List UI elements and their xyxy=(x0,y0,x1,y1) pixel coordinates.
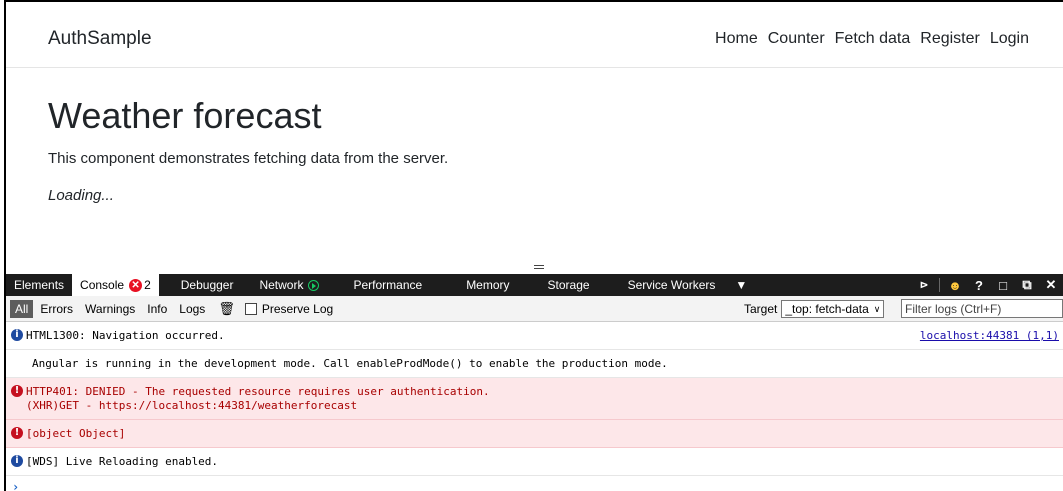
tab-service-workers-label: Service Workers xyxy=(627,278,716,292)
tab-network-label: Network xyxy=(259,278,304,292)
filter-logs-input[interactable] xyxy=(901,299,1063,318)
filter-info-button[interactable]: Info xyxy=(142,300,172,318)
tab-elements-label: Elements xyxy=(14,278,65,292)
dock-side-icon[interactable]: □ xyxy=(991,274,1015,296)
app-brand-link[interactable]: AuthSample xyxy=(48,28,152,50)
app-navbar: AuthSample Home Counter Fetch data Regis… xyxy=(6,2,1063,68)
page-title: Weather forecast xyxy=(48,95,322,136)
chevron-down-icon: ▼ xyxy=(735,278,748,292)
console-input-prompt[interactable]: › xyxy=(6,476,1063,491)
message-detail-text: (XHR)GET - https://localhost:44381/weath… xyxy=(26,399,358,412)
tab-storage[interactable]: Storage xyxy=(540,274,598,296)
browser-frame: AuthSample Home Counter Fetch data Regis… xyxy=(4,0,1063,491)
tab-console[interactable]: Console ✕ 2 xyxy=(72,274,159,296)
devtools-window-controls: ⊳ ☻ ? □ ⧉ ✕ xyxy=(912,274,1063,296)
devtools-splitter[interactable] xyxy=(6,260,1063,274)
nav-login-link[interactable]: Login xyxy=(990,30,1029,48)
source-link[interactable]: localhost:44381 (1,1) xyxy=(920,329,1059,343)
nav-register-link[interactable]: Register xyxy=(920,30,980,48)
console-drawer-icon[interactable]: ⊳ xyxy=(912,274,936,296)
tab-performance-label: Performance xyxy=(353,278,423,292)
devtools-tab-bar: Elements Console ✕ 2 Debugger Network Pe… xyxy=(6,274,1063,296)
page-description: This component demonstrates fetching dat… xyxy=(48,150,449,168)
message-text: [WDS] Live Reloading enabled. xyxy=(26,455,219,468)
filter-errors-button[interactable]: Errors xyxy=(35,300,78,318)
target-label: Target xyxy=(744,302,778,316)
console-error-message: ! HTTP401: DENIED - The requested resour… xyxy=(6,378,1063,420)
filter-all-button[interactable]: All xyxy=(10,299,34,318)
splitter-grip-icon[interactable] xyxy=(534,265,544,269)
clear-console-trash-icon[interactable]: 🗑 xyxy=(218,301,235,317)
message-text: HTML1300: Navigation occurred. xyxy=(26,329,225,342)
target-value: _top: fetch-data xyxy=(785,302,869,316)
feedback-smiley-icon[interactable]: ☻ xyxy=(943,274,967,296)
more-tabs-dropdown[interactable]: ▼ xyxy=(727,274,755,296)
preserve-log-label: Preserve Log xyxy=(261,301,334,316)
toolbar-separator xyxy=(939,278,940,292)
console-error-count: 2 xyxy=(144,278,151,292)
nav-menu: Home Counter Fetch data Register Login xyxy=(705,30,1029,48)
nav-home-link[interactable]: Home xyxy=(715,30,758,48)
tab-memory[interactable]: Memory xyxy=(458,274,517,296)
target-selector: Target _top: fetch-data ∨ xyxy=(744,300,885,318)
info-icon: i xyxy=(11,455,23,467)
info-icon: i xyxy=(11,329,23,341)
console-message: Angular is running in the development mo… xyxy=(6,350,1063,378)
loading-status: Loading... xyxy=(48,187,114,205)
nav-counter-link[interactable]: Counter xyxy=(768,30,825,48)
filter-logs-button[interactable]: Logs xyxy=(174,300,210,318)
tab-storage-label: Storage xyxy=(547,278,590,292)
console-error-message: ! [object Object] xyxy=(6,420,1063,448)
error-icon: ! xyxy=(11,427,23,439)
chevron-down-icon: ∨ xyxy=(873,303,881,314)
message-text: Angular is running in the development mo… xyxy=(32,357,668,370)
nav-fetch-data-link[interactable]: Fetch data xyxy=(835,30,911,48)
target-dropdown[interactable]: _top: fetch-data ∨ xyxy=(781,300,885,318)
prompt-chevron-icon: › xyxy=(12,480,20,491)
tab-network[interactable]: Network xyxy=(251,274,327,296)
preserve-log-checkbox[interactable] xyxy=(244,302,257,315)
tab-elements[interactable]: Elements xyxy=(6,274,72,296)
error-x-icon: ✕ xyxy=(129,278,143,292)
message-text: [object Object] xyxy=(26,427,126,440)
error-icon: ! xyxy=(11,385,23,397)
tab-memory-label: Memory xyxy=(466,278,510,292)
undock-window-icon[interactable]: ⧉ xyxy=(1015,274,1039,296)
filter-warnings-button[interactable]: Warnings xyxy=(80,300,140,318)
tab-service-workers[interactable]: Service Workers xyxy=(620,274,724,296)
message-text: HTTP401: DENIED - The requested resource… xyxy=(26,385,490,398)
main-content: Weather forecast This component demonstr… xyxy=(48,94,448,204)
close-icon[interactable]: ✕ xyxy=(1039,274,1063,296)
tab-console-label: Console xyxy=(80,278,125,292)
console-message: i [WDS] Live Reloading enabled. xyxy=(6,448,1063,476)
tab-performance[interactable]: Performance xyxy=(345,274,430,296)
tab-debugger-label: Debugger xyxy=(180,278,234,292)
network-recording-icon xyxy=(308,279,320,291)
console-toolbar: All Errors Warnings Info Logs 🗑 Preserve… xyxy=(6,296,1063,322)
console-message: i HTML1300: Navigation occurred. localho… xyxy=(6,322,1063,350)
console-output: i HTML1300: Navigation occurred. localho… xyxy=(6,322,1063,491)
help-icon[interactable]: ? xyxy=(967,274,991,296)
tab-debugger[interactable]: Debugger xyxy=(173,274,242,296)
